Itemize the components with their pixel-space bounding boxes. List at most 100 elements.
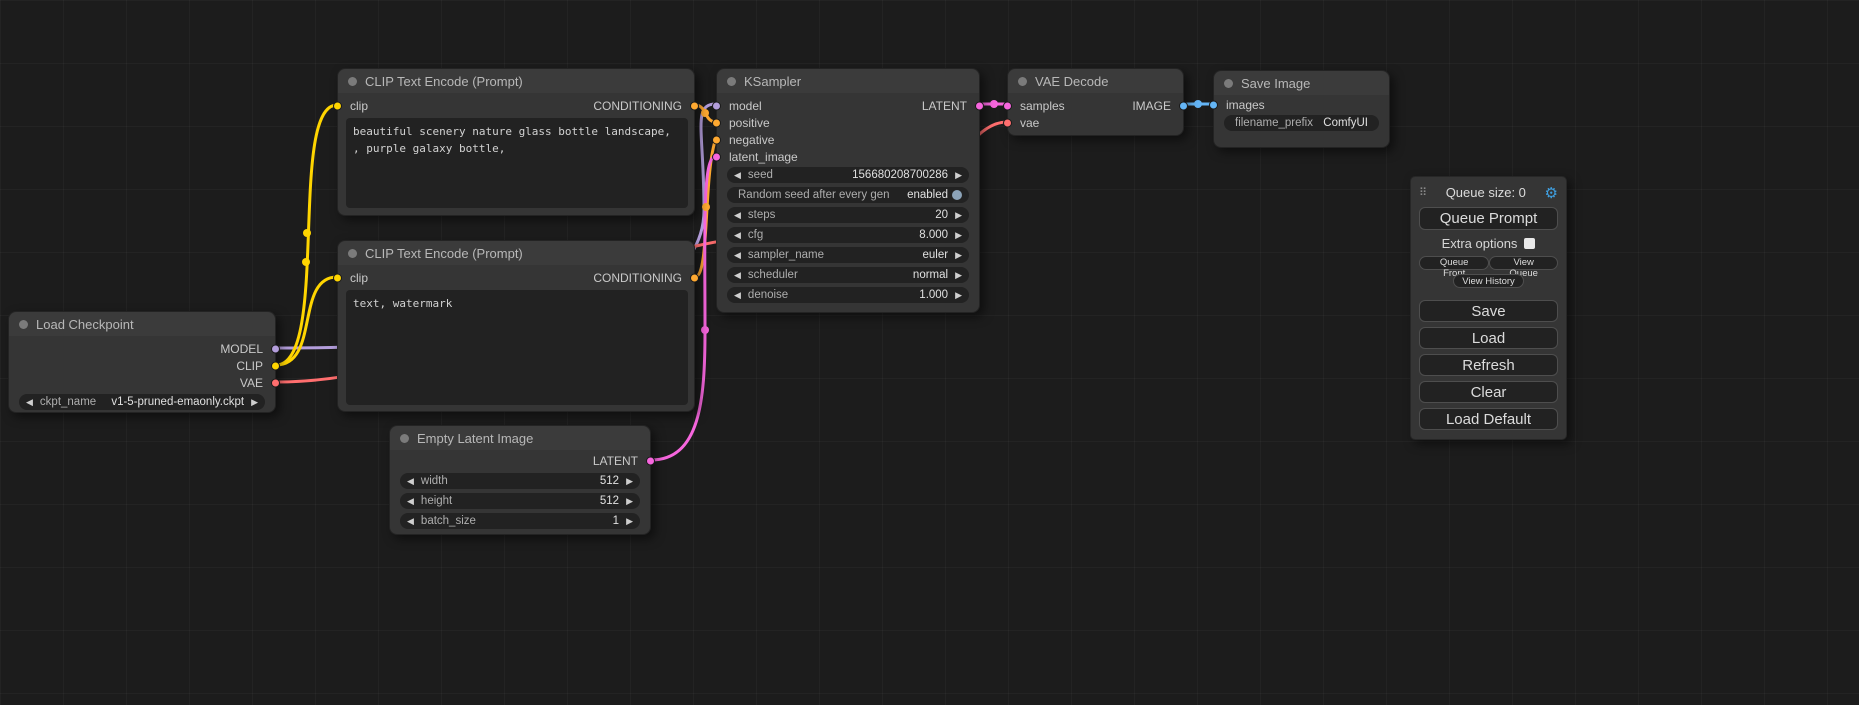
increment-arrow-icon[interactable]: ▶ <box>955 251 962 260</box>
decrement-arrow-icon[interactable]: ◀ <box>734 271 741 280</box>
collapse-dot-icon[interactable] <box>400 434 409 443</box>
refresh-button[interactable]: Refresh <box>1419 354 1558 376</box>
load-button[interactable]: Load <box>1419 327 1558 349</box>
node-clip-text-encode-positive[interactable]: CLIP Text Encode (Prompt) clip CONDITION… <box>337 68 695 216</box>
latent-image-input-port[interactable] <box>712 152 721 161</box>
node-empty-latent-image[interactable]: Empty Latent Image LATENT ◀ width 512 ▶ … <box>389 425 651 535</box>
increment-arrow-icon[interactable]: ▶ <box>626 477 633 486</box>
node-ksampler[interactable]: KSampler model LATENT positive negative … <box>716 68 980 313</box>
decrement-arrow-icon[interactable]: ◀ <box>734 231 741 240</box>
increment-arrow-icon[interactable]: ▶ <box>626 497 633 506</box>
node-vae-decode[interactable]: VAE Decode samples IMAGE vae <box>1007 68 1184 136</box>
model-output-port[interactable] <box>271 344 280 353</box>
increment-arrow-icon[interactable]: ▶ <box>955 211 962 220</box>
node-title-bar[interactable]: KSampler <box>717 69 979 93</box>
port-label: images <box>1226 98 1265 112</box>
increment-arrow-icon[interactable]: ▶ <box>626 517 633 526</box>
positive-prompt-textarea[interactable]: beautiful scenery nature glass bottle la… <box>346 118 688 208</box>
increment-arrow-icon[interactable]: ▶ <box>955 231 962 240</box>
increment-arrow-icon[interactable]: ▶ <box>955 271 962 280</box>
widget-label: filename_prefix <box>1235 117 1313 129</box>
node-save-image[interactable]: Save Image images filename_prefix ComfyU… <box>1213 70 1390 148</box>
clip-output-port[interactable] <box>271 361 280 370</box>
negative-prompt-textarea[interactable]: text, watermark <box>346 290 688 405</box>
link-dot <box>302 258 310 266</box>
denoise-widget[interactable]: ◀ denoise 1.000 ▶ <box>727 287 969 303</box>
link-dot <box>990 100 998 108</box>
queue-prompt-button[interactable]: Queue Prompt <box>1419 207 1558 230</box>
node-title: Save Image <box>1241 76 1310 91</box>
decrement-arrow-icon[interactable]: ◀ <box>734 171 741 180</box>
decrement-arrow-icon[interactable]: ◀ <box>407 517 414 526</box>
clip-input-port[interactable] <box>333 101 342 110</box>
extra-options-checkbox[interactable] <box>1524 238 1535 249</box>
scheduler-widget[interactable]: ◀ scheduler normal ▶ <box>727 267 969 283</box>
node-load-checkpoint[interactable]: Load Checkpoint MODEL CLIP VAE ◀ ckpt_na… <box>8 311 276 413</box>
queue-front-button[interactable]: Queue Front <box>1419 256 1489 270</box>
decrement-arrow-icon[interactable]: ◀ <box>407 497 414 506</box>
cfg-widget[interactable]: ◀ cfg 8.000 ▶ <box>727 227 969 243</box>
node-clip-text-encode-negative[interactable]: CLIP Text Encode (Prompt) clip CONDITION… <box>337 240 695 412</box>
decrement-arrow-icon[interactable]: ◀ <box>734 291 741 300</box>
ckpt-name-widget[interactable]: ◀ ckpt_name v1-5-pruned-emaonly.ckpt ▶ <box>19 394 265 410</box>
decrement-arrow-icon[interactable]: ◀ <box>734 251 741 260</box>
vae-input-port[interactable] <box>1003 118 1012 127</box>
node-title-bar[interactable]: VAE Decode <box>1008 69 1183 93</box>
collapse-dot-icon[interactable] <box>1224 79 1233 88</box>
images-input-port[interactable] <box>1209 101 1218 110</box>
comfyui-canvas[interactable]: { "icons": { "arrow_left": "◀", "arrow_r… <box>0 0 1859 705</box>
negative-input-port[interactable] <box>712 135 721 144</box>
clear-button[interactable]: Clear <box>1419 381 1558 403</box>
filename-prefix-widget[interactable]: filename_prefix ComfyUI <box>1224 115 1379 131</box>
model-input-port[interactable] <box>712 101 721 110</box>
latent-output-port[interactable] <box>646 456 655 465</box>
collapse-dot-icon[interactable] <box>348 249 357 258</box>
batch-size-widget[interactable]: ◀ batch_size 1 ▶ <box>400 513 640 529</box>
increment-arrow-icon[interactable]: ▶ <box>955 291 962 300</box>
steps-widget[interactable]: ◀ steps 20 ▶ <box>727 207 969 223</box>
conditioning-output-port[interactable] <box>690 101 699 110</box>
decrement-arrow-icon[interactable]: ◀ <box>734 211 741 220</box>
node-title-bar[interactable]: Load Checkpoint <box>9 312 275 336</box>
increment-arrow-icon[interactable]: ▶ <box>955 171 962 180</box>
positive-input-port[interactable] <box>712 118 721 127</box>
clip-input-port[interactable] <box>333 273 342 282</box>
port-label: CLIP <box>236 359 263 373</box>
load-default-button[interactable]: Load Default <box>1419 408 1558 430</box>
node-title-bar[interactable]: CLIP Text Encode (Prompt) <box>338 241 694 265</box>
latent-output-port[interactable] <box>975 101 984 110</box>
node-title-bar[interactable]: Save Image <box>1214 71 1389 95</box>
collapse-dot-icon[interactable] <box>727 77 736 86</box>
link-dot <box>701 326 709 334</box>
port-label: samples <box>1020 99 1065 113</box>
decrement-arrow-icon[interactable]: ◀ <box>26 398 33 407</box>
toggle-knob-icon[interactable] <box>952 190 962 200</box>
random-seed-toggle-widget[interactable]: Random seed after every gen enabled <box>727 187 969 203</box>
port-label: LATENT <box>922 99 967 113</box>
sampler-name-widget[interactable]: ◀ sampler_name euler ▶ <box>727 247 969 263</box>
width-widget[interactable]: ◀ width 512 ▶ <box>400 473 640 489</box>
node-title-bar[interactable]: CLIP Text Encode (Prompt) <box>338 69 694 93</box>
collapse-dot-icon[interactable] <box>348 77 357 86</box>
drag-handle-icon[interactable]: ⠿ <box>1419 186 1427 199</box>
seed-widget[interactable]: ◀ seed 156680208700286 ▶ <box>727 167 969 183</box>
height-widget[interactable]: ◀ height 512 ▶ <box>400 493 640 509</box>
collapse-dot-icon[interactable] <box>19 320 28 329</box>
widget-label: cfg <box>748 229 763 241</box>
node-title-bar[interactable]: Empty Latent Image <box>390 426 650 450</box>
link-dot <box>303 229 311 237</box>
widget-value: normal <box>913 269 948 281</box>
conditioning-output-port[interactable] <box>690 273 699 282</box>
gear-icon[interactable]: ⚙ <box>1545 184 1558 202</box>
increment-arrow-icon[interactable]: ▶ <box>251 398 258 407</box>
save-button[interactable]: Save <box>1419 300 1558 322</box>
samples-input-port[interactable] <box>1003 101 1012 110</box>
view-history-button[interactable]: View History <box>1453 274 1524 288</box>
decrement-arrow-icon[interactable]: ◀ <box>407 477 414 486</box>
view-queue-button[interactable]: View Queue <box>1489 256 1558 270</box>
queue-panel[interactable]: ⠿ Queue size: 0 ⚙ Queue Prompt Extra opt… <box>1410 176 1567 440</box>
widget-value: euler <box>923 249 949 261</box>
collapse-dot-icon[interactable] <box>1018 77 1027 86</box>
vae-output-port[interactable] <box>271 378 280 387</box>
image-output-port[interactable] <box>1179 101 1188 110</box>
